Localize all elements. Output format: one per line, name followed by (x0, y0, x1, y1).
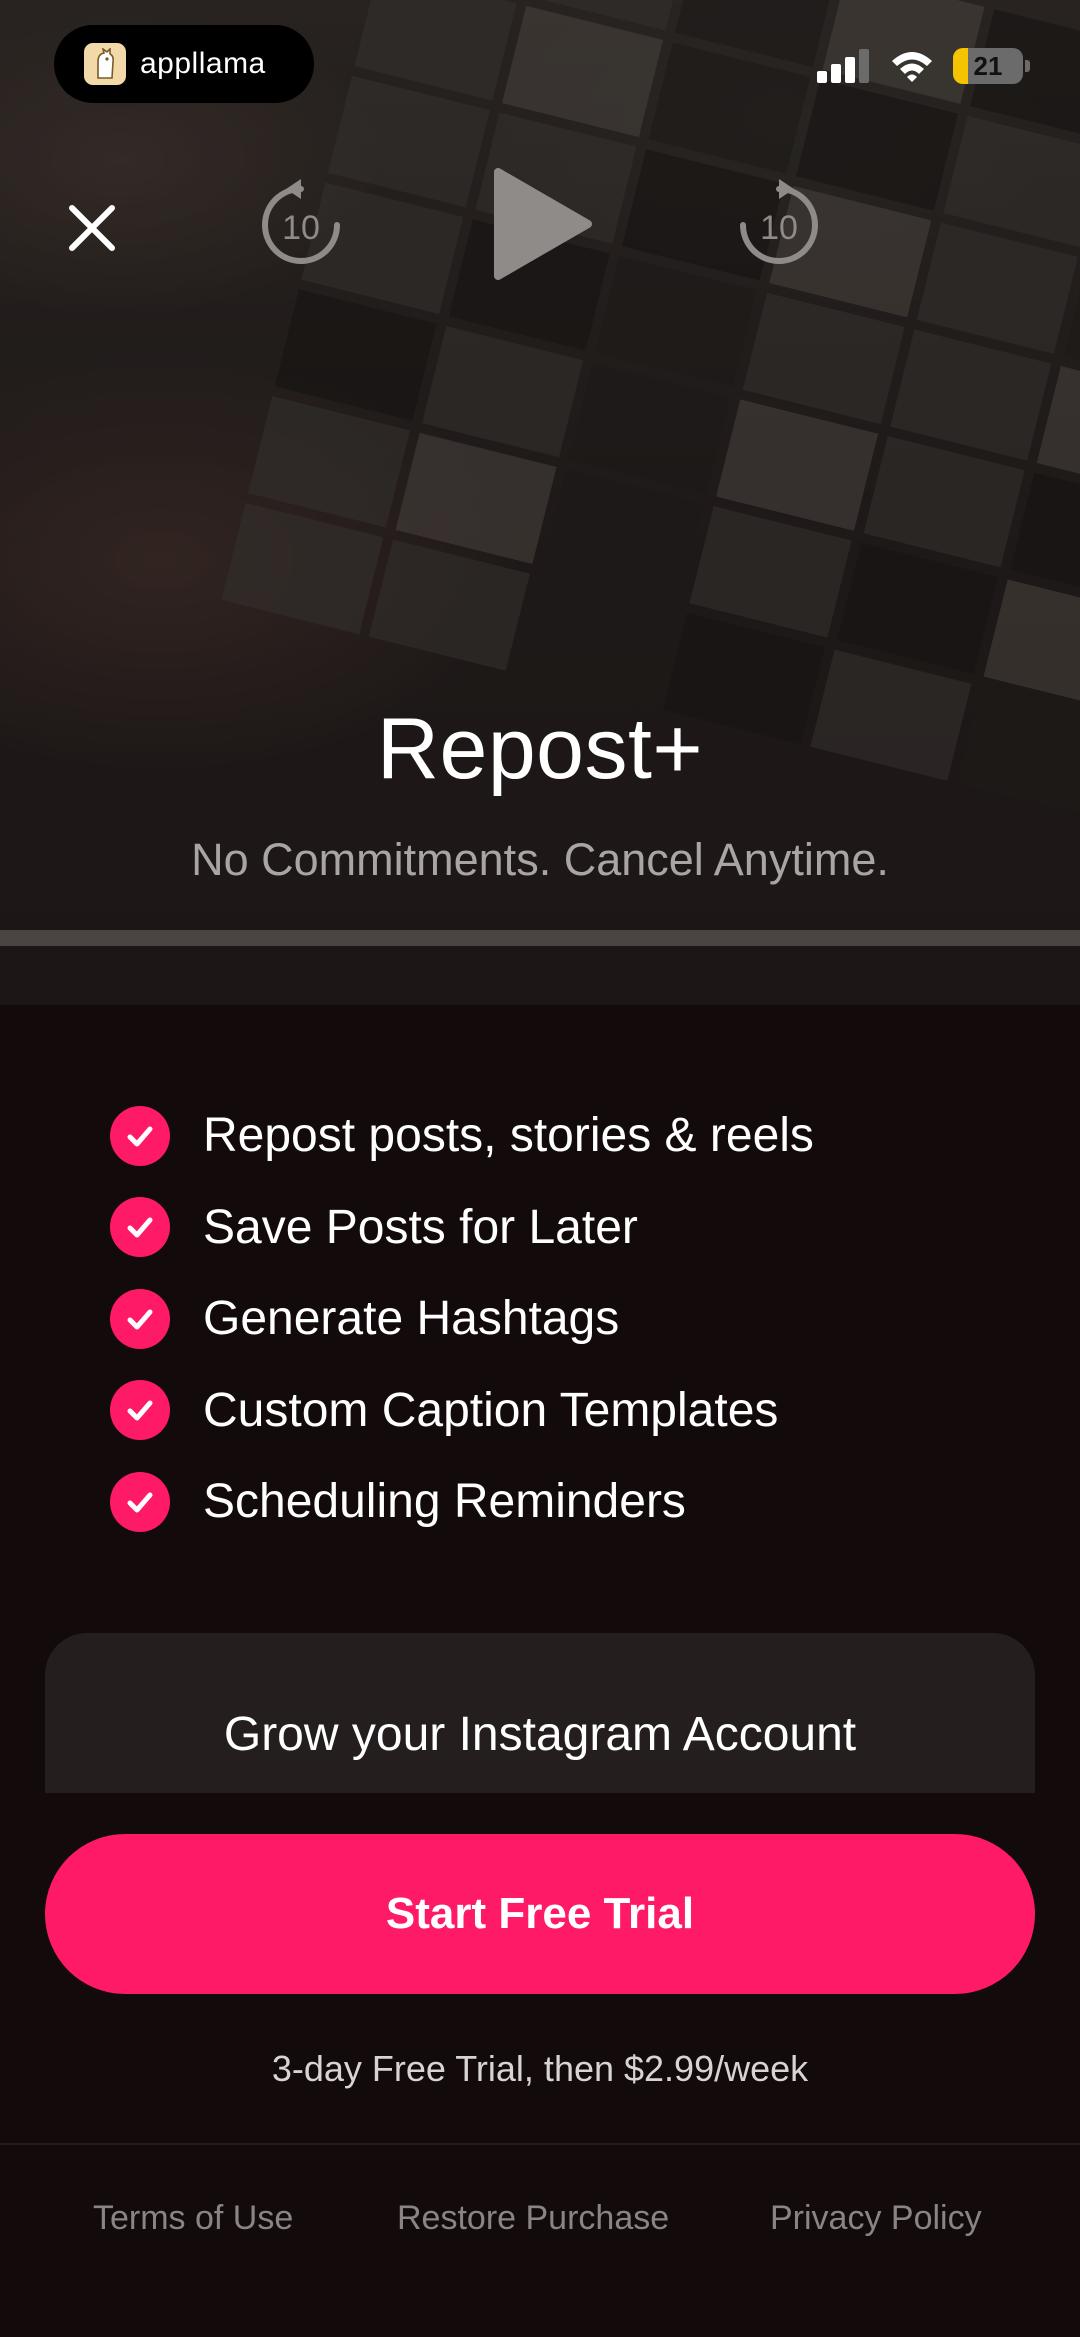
forward-seconds: 10 (760, 209, 798, 247)
play-button[interactable] (488, 166, 594, 282)
wifi-icon (892, 52, 932, 82)
checkmark-icon (110, 1288, 170, 1349)
feature-label: Repost posts, stories & reels (203, 1109, 814, 1163)
appllama-logo-icon (84, 43, 126, 85)
cellular-signal-icon (817, 49, 869, 83)
close-icon (69, 205, 115, 251)
promo-card: Grow your Instagram Account (45, 1633, 1035, 1793)
video-progress-bar[interactable] (0, 930, 1080, 946)
rewind-icon: 10 (262, 179, 340, 264)
feature-list: Repost posts, stories & reels Save Posts… (110, 1090, 814, 1548)
rewind-seconds: 10 (282, 209, 320, 247)
page-subtitle: No Commitments. Cancel Anytime. (191, 834, 889, 885)
checkmark-icon (110, 1380, 170, 1441)
battery-percentage: 21 (973, 50, 1003, 81)
footer-divider (0, 2143, 1080, 2145)
privacy-policy-link[interactable]: Privacy Policy (770, 2199, 982, 2238)
brand-name: appllama (140, 47, 266, 80)
status-icons: 21 (817, 48, 1030, 84)
play-icon (494, 168, 592, 280)
forward-icon: 10 (740, 179, 818, 264)
rewind-10-button[interactable]: 10 (258, 175, 344, 271)
checkmark-icon (110, 1197, 170, 1258)
feature-label: Save Posts for Later (203, 1200, 638, 1254)
start-free-trial-button[interactable]: Start Free Trial (45, 1834, 1035, 1994)
terms-of-use-link[interactable]: Terms of Use (93, 2199, 293, 2238)
recording-indicator-pill: appllama (54, 25, 314, 103)
feature-item: Save Posts for Later (110, 1182, 814, 1274)
feature-label: Generate Hashtags (203, 1292, 620, 1346)
page-title: Repost+ (376, 701, 704, 797)
feature-item: Custom Caption Templates (110, 1365, 814, 1457)
feature-item: Repost posts, stories & reels (110, 1090, 814, 1182)
battery-indicator: 21 (953, 48, 1023, 84)
restore-purchase-link[interactable]: Restore Purchase (397, 2199, 669, 2238)
promo-title: Grow your Instagram Account (223, 1708, 857, 1761)
feature-label: Custom Caption Templates (203, 1383, 779, 1437)
feature-item: Scheduling Reminders (110, 1456, 814, 1548)
feature-item: Generate Hashtags (110, 1273, 814, 1365)
checkmark-icon (110, 1471, 170, 1532)
forward-10-button[interactable]: 10 (736, 175, 822, 271)
trial-terms-text: 3-day Free Trial, then $2.99/week (271, 2048, 809, 2089)
battery-fill (953, 48, 968, 84)
battery-cap (1025, 60, 1030, 72)
close-button[interactable] (62, 198, 122, 258)
feature-label: Scheduling Reminders (203, 1475, 686, 1529)
checkmark-icon (110, 1105, 170, 1166)
